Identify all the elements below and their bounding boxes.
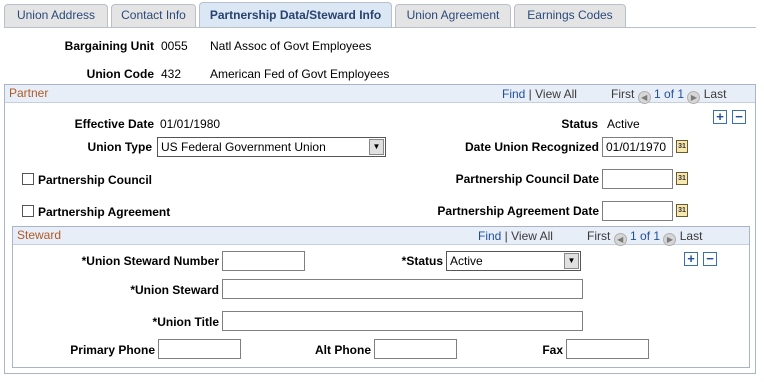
chevron-down-icon[interactable]: ▼ [369,139,384,155]
steward-pager: First ◀ 1 of 1 ▶ Last [587,229,702,246]
partnership-agreement-checkbox[interactable] [22,205,34,217]
steward-status-label: *Status [401,254,443,268]
tab-union-agreement[interactable]: Union Agreement [395,4,511,27]
union-type-select[interactable]: US Federal Government Union ▼ [157,137,386,157]
partner-nav-separator: | [525,87,536,101]
partnership-agreement-date-label: Partnership Agreement Date [437,204,599,218]
steward-last-link[interactable]: Last [680,229,703,243]
date-union-recognized-label: Date Union Recognized [464,140,599,154]
partner-next-arrow-icon[interactable]: ▶ [687,91,701,104]
partner-view-all-link[interactable]: View All [535,87,577,101]
union-steward-number-label: *Union Steward Number [81,254,219,268]
fax-input[interactable] [566,339,649,359]
alt-phone-label: Alt Phone [315,343,371,357]
partnership-agreement-label: Partnership Agreement [38,205,171,219]
union-code-label: Union Code [86,67,154,81]
partner-status-value: Active [607,117,640,131]
union-type-label: Union Type [87,140,152,154]
tab-union-address[interactable]: Union Address [4,4,108,27]
steward-first-link[interactable]: First [587,229,610,243]
steward-view-all-link[interactable]: View All [511,229,553,243]
union-steward-input[interactable] [222,279,583,299]
partner-status-label: Status [561,117,598,131]
partner-find-link[interactable]: Find [502,87,525,101]
steward-range: 1 of 1 [630,229,661,243]
partnership-agreement-date-input[interactable] [602,201,673,221]
bargaining-unit-label: Bargaining Unit [64,39,154,53]
primary-phone-input[interactable] [158,339,241,359]
bargaining-unit-code: 0055 [161,39,188,53]
partnership-council-date-label: Partnership Council Date [455,172,599,186]
date-union-recognized-input[interactable]: 01/01/1970 [602,137,673,157]
chevron-down-icon[interactable]: ▼ [564,253,579,269]
fax-label: Fax [542,343,563,357]
steward-nav-separator: | [501,229,512,243]
steward-section-header: Steward Find | View All First ◀ 1 of 1 ▶… [13,227,749,246]
union-type-selected: US Federal Government Union [161,140,326,154]
union-code-description: American Fed of Govt Employees [210,67,390,81]
steward-delete-row-icon[interactable]: − [703,252,717,266]
union-steward-number-input[interactable] [222,251,305,271]
union-steward-label: *Union Steward [130,283,219,297]
union-title-input[interactable] [222,311,583,331]
partner-section-header: Partner Find | View All First ◀ 1 of 1 ▶… [5,85,755,104]
steward-status-select[interactable]: Active ▼ [446,251,581,271]
calendar-icon[interactable]: 31 [676,204,688,217]
partner-nav: Find | View All [502,87,577,101]
tab-partnership-data[interactable]: Partnership Data/Steward Info [199,2,392,28]
steward-section-title: Steward [17,228,62,242]
partner-pager: First ◀ 1 of 1 ▶ Last [611,87,726,104]
tab-earnings-codes[interactable]: Earnings Codes [514,4,626,27]
steward-find-link[interactable]: Find [478,229,501,243]
calendar-icon[interactable]: 31 [676,172,688,185]
steward-next-arrow-icon[interactable]: ▶ [663,233,677,246]
alt-phone-input[interactable] [374,339,457,359]
calendar-icon[interactable]: 31 [676,140,688,153]
tab-contact-info[interactable]: Contact Info [111,4,196,27]
effective-date-label: Effective Date [74,117,154,131]
partnership-council-label: Partnership Council [38,173,153,187]
steward-nav: Find | View All [478,229,553,243]
partner-add-row-icon[interactable]: + [713,110,727,124]
primary-phone-label: Primary Phone [70,343,155,357]
partner-section-title: Partner [9,86,49,100]
effective-date-value: 01/01/1980 [160,117,221,131]
partner-delete-row-icon[interactable]: − [732,110,746,124]
steward-status-selected: Active [450,254,483,268]
partner-prev-arrow-icon[interactable]: ◀ [637,91,651,104]
tab-divider [4,27,756,28]
bargaining-unit-description: Natl Assoc of Govt Employees [210,39,372,53]
partner-range: 1 of 1 [654,87,685,101]
steward-add-row-icon[interactable]: + [684,252,698,266]
partner-first-link[interactable]: First [611,87,634,101]
partnership-council-date-input[interactable] [602,169,673,189]
partnership-council-checkbox[interactable] [22,173,34,185]
union-code-value: 432 [161,67,182,81]
union-title-label: *Union Title [152,315,219,329]
partner-last-link[interactable]: Last [704,87,727,101]
steward-prev-arrow-icon[interactable]: ◀ [613,233,627,246]
